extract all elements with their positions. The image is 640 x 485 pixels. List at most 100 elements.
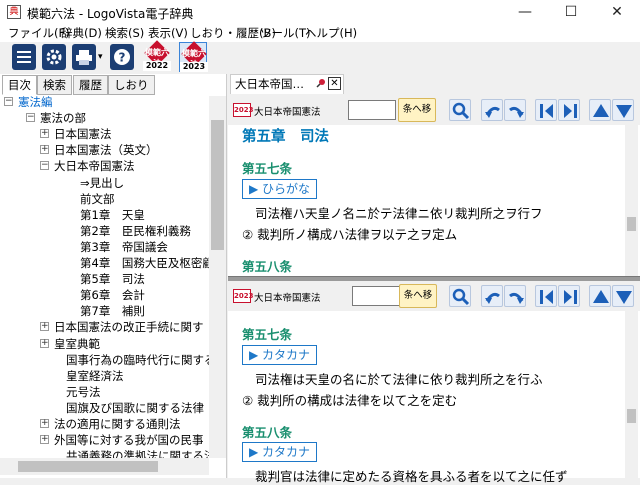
menu-dictionary[interactable]: 辞典(D)	[57, 25, 106, 41]
tree-item[interactable]: 憲法編	[18, 96, 53, 110]
help-button[interactable]: ?	[110, 44, 134, 70]
bottom-pane-scrollbar[interactable]	[625, 311, 638, 478]
up-triangle-icon	[593, 290, 609, 303]
search-button[interactable]	[449, 285, 471, 307]
expand-icon[interactable]: +	[40, 129, 49, 139]
tree-item[interactable]: 法の適用に関する通則法	[54, 416, 181, 432]
expand-icon[interactable]: +	[40, 435, 49, 445]
menu-help[interactable]: ヘルプ(H)	[301, 25, 361, 41]
close-button[interactable]: ✕	[594, 0, 640, 24]
tree-horizontal-scrollbar[interactable]	[0, 458, 209, 475]
tab-bookmarks[interactable]: しおり	[108, 75, 155, 95]
tree-item[interactable]: 共通義務の準拠法に関する法	[66, 448, 209, 458]
forward-button[interactable]	[504, 99, 526, 121]
article-text: 裁判官は法律に定めたる資格を具ふる者を以て之に任ず	[255, 469, 568, 484]
tree-item[interactable]: 外国等に対する我が国の民事	[54, 432, 204, 448]
tab-contents[interactable]: 目次	[2, 75, 37, 95]
tree-item[interactable]: 国旗及び国歌に関する法律	[66, 400, 204, 416]
katakana-toggle-button[interactable]: ▶ カタカナ	[242, 345, 318, 365]
pin-icon[interactable]	[316, 78, 326, 88]
close-tab-icon[interactable]: ✕	[328, 77, 341, 90]
book-2023-button[interactable]: 模範六法 2023	[179, 41, 208, 72]
menu-view[interactable]: 表示(V)	[144, 25, 192, 41]
maximize-button[interactable]: ☐	[548, 0, 594, 24]
tree-item[interactable]: 第2章 臣民権利義務	[80, 223, 191, 239]
next-article-button[interactable]	[558, 285, 580, 307]
tree-item[interactable]: 国事行為の臨時代行に関する	[66, 352, 209, 368]
back-arrow-icon	[485, 292, 500, 304]
book-2022-button[interactable]: 模範六法 2022	[143, 40, 171, 72]
search-button[interactable]	[449, 99, 471, 121]
tree-item[interactable]: 元号法	[66, 384, 101, 400]
document-tab[interactable]: 大日本帝国…	[230, 74, 344, 94]
scroll-down-button[interactable]	[612, 99, 634, 121]
katakana-toggle-button[interactable]: ▶ カタカナ	[242, 442, 318, 462]
bottom-content-pane: 第五七条 ▶ カタカナ 司法権は天皇の名に於て法律に依り裁判所之を行ふ ② 裁判…	[228, 311, 640, 484]
tree-item[interactable]: 第4章 国務大臣及枢密顧	[80, 255, 209, 271]
forward-button[interactable]	[504, 285, 526, 307]
search-icon	[452, 288, 470, 306]
back-button[interactable]	[481, 99, 503, 121]
article-text: ② 裁判所ノ構成ハ法律ヲ以テ之ヲ定ム	[242, 227, 458, 242]
prev-article-button[interactable]	[535, 285, 557, 307]
tree-item[interactable]: 第7章 補則	[80, 303, 145, 319]
dict-logo: 2023	[233, 103, 253, 117]
tree-item[interactable]: 皇室典範	[54, 336, 100, 352]
tab-search[interactable]: 検索	[37, 75, 72, 95]
collapse-icon[interactable]: −	[4, 97, 13, 106]
tree-item[interactable]: 日本国憲法の改正手続に関す	[54, 319, 204, 335]
scroll-down-button[interactable]	[612, 285, 634, 307]
top-pane-scrollbar[interactable]	[625, 125, 638, 276]
tree-item[interactable]: 第1章 天皇	[80, 207, 145, 223]
scroll-up-button[interactable]	[589, 285, 611, 307]
collapse-icon[interactable]: −	[26, 113, 35, 123]
menu-search[interactable]: 検索(S)	[101, 25, 148, 41]
forward-arrow-icon	[509, 292, 524, 304]
tree-item[interactable]: 日本国憲法	[54, 126, 112, 142]
tree-item[interactable]: ⇒見出し	[80, 175, 124, 191]
settings-button[interactable]	[42, 44, 66, 70]
tree-item[interactable]: 大日本帝国憲法	[54, 158, 135, 174]
tree-vertical-scrollbar[interactable]	[209, 96, 226, 458]
tree-item[interactable]: 皇室経済法	[66, 368, 124, 384]
print-button[interactable]	[72, 44, 96, 70]
article-heading: 第五八条	[242, 259, 293, 274]
article-heading: 第五七条	[242, 161, 293, 176]
collapse-icon[interactable]: −	[40, 161, 49, 171]
expand-icon[interactable]: +	[40, 322, 49, 332]
list-view-button[interactable]	[12, 44, 36, 70]
chapter-heading: 第五章 司法	[242, 129, 329, 145]
go-to-article-button[interactable]: 条へ移動	[399, 284, 437, 323]
tree-item[interactable]: 日本国憲法（英文）	[54, 142, 158, 158]
article-number-input[interactable]	[352, 286, 400, 306]
window-title: 模範六法 - LogoVista電子辞典	[27, 7, 194, 21]
expand-icon[interactable]: +	[40, 145, 49, 155]
back-button[interactable]	[481, 285, 503, 307]
prev-article-button[interactable]	[535, 99, 557, 121]
tree-item[interactable]: 前文部	[80, 191, 115, 207]
tree-item[interactable]: 第6章 会計	[80, 287, 145, 303]
minimize-button[interactable]: —	[502, 0, 548, 24]
next-article-button[interactable]	[558, 99, 580, 121]
article-text: 司法権ハ天皇ノ名ニ於テ法律ニ依リ裁判所之ヲ行フ	[255, 206, 543, 221]
tree-item[interactable]: 第5章 司法	[80, 271, 145, 287]
dict-logo: 2023	[233, 289, 253, 303]
tree-item[interactable]: 第3章 帝国議会	[80, 239, 168, 255]
tree-item[interactable]: 憲法の部	[40, 110, 86, 126]
back-arrow-icon	[485, 106, 500, 118]
go-to-article-button[interactable]: 条へ移動	[398, 98, 436, 137]
article-number-input[interactable]	[348, 100, 396, 120]
scroll-up-button[interactable]	[589, 99, 611, 121]
expand-icon[interactable]: +	[40, 338, 49, 348]
contents-tree: − 憲法編 − 憲法の部 + 日本国憲法 + 日本国憲法（英文） − 大日本帝国憲法 ⇒見出し 前文部…	[4, 96, 209, 458]
expand-icon[interactable]: +	[40, 419, 49, 428]
tab-history[interactable]: 履歴	[73, 75, 108, 95]
app-icon: 典	[7, 5, 21, 19]
print-dropdown[interactable]: ▾	[98, 52, 103, 62]
article-heading: 第五七条	[242, 327, 293, 342]
hiragana-toggle-button[interactable]: ▶ ひらがな	[242, 179, 318, 199]
dict-name: 大日本帝国憲法	[254, 107, 321, 118]
article-text: 司法権は天皇の名に於て法律に依り裁判所之を行ふ	[255, 372, 543, 387]
toolbar	[0, 42, 640, 72]
prev-icon	[540, 104, 553, 118]
